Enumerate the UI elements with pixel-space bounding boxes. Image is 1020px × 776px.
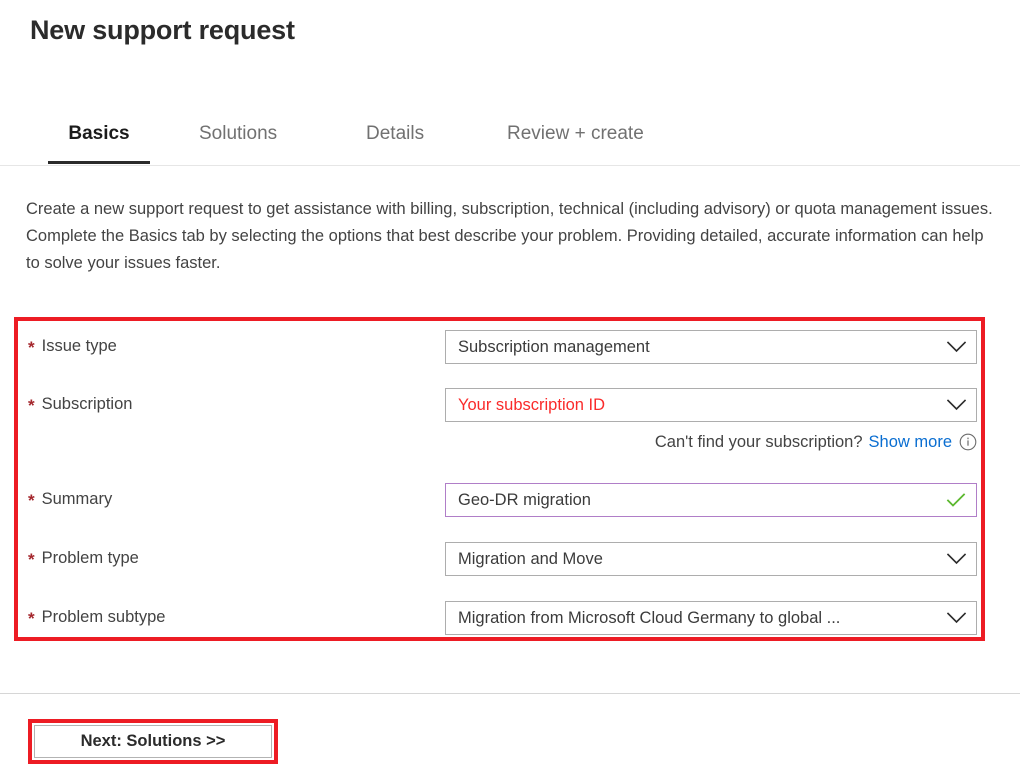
tab-review-create-label: Review + create bbox=[507, 123, 644, 145]
required-marker: * bbox=[28, 550, 35, 569]
required-marker: * bbox=[28, 338, 35, 357]
chevron-down-icon[interactable] bbox=[936, 399, 976, 411]
intro-text: Create a new support request to get assi… bbox=[26, 196, 998, 277]
summary-value: Geo-DR migration bbox=[446, 491, 936, 510]
subscription-value: Your subscription ID bbox=[446, 396, 936, 415]
info-icon[interactable] bbox=[959, 433, 977, 451]
label-issue-type-text: Issue type bbox=[42, 337, 117, 355]
tab-basics[interactable]: Basics bbox=[48, 104, 150, 164]
chevron-down-icon[interactable] bbox=[936, 612, 976, 624]
subscription-helper-question: Can't find your subscription? bbox=[655, 433, 863, 452]
label-subscription: * Subscription bbox=[28, 394, 132, 414]
summary-input[interactable]: Geo-DR migration bbox=[445, 483, 977, 517]
show-more-link[interactable]: Show more bbox=[869, 433, 952, 452]
label-summary-text: Summary bbox=[42, 490, 113, 508]
tab-details-label: Details bbox=[366, 123, 424, 145]
required-marker: * bbox=[28, 396, 35, 415]
required-marker: * bbox=[28, 491, 35, 510]
problem-type-dropdown[interactable]: Migration and Move bbox=[445, 542, 977, 576]
issue-type-value: Subscription management bbox=[446, 338, 936, 357]
tab-strip: Basics Solutions Details Review + create bbox=[0, 104, 1020, 166]
issue-type-dropdown[interactable]: Subscription management bbox=[445, 330, 977, 364]
subscription-helper-row: Can't find your subscription? Show more bbox=[445, 430, 977, 454]
tab-solutions[interactable]: Solutions bbox=[197, 104, 279, 164]
intro-line-1: Create a new support request to get assi… bbox=[26, 196, 998, 223]
next-solutions-button[interactable]: Next: Solutions >> bbox=[34, 725, 272, 758]
label-problem-type-text: Problem type bbox=[42, 549, 139, 567]
problem-type-value: Migration and Move bbox=[446, 550, 936, 569]
tab-basics-label: Basics bbox=[68, 123, 129, 145]
chevron-down-icon[interactable] bbox=[936, 341, 976, 353]
label-subscription-text: Subscription bbox=[42, 395, 133, 413]
footer-divider bbox=[0, 693, 1020, 694]
label-problem-subtype-text: Problem subtype bbox=[42, 608, 166, 626]
required-marker: * bbox=[28, 609, 35, 628]
problem-subtype-dropdown[interactable]: Migration from Microsoft Cloud Germany t… bbox=[445, 601, 977, 635]
tab-solutions-label: Solutions bbox=[199, 123, 277, 145]
label-problem-type: * Problem type bbox=[28, 548, 139, 568]
subscription-dropdown[interactable]: Your subscription ID bbox=[445, 388, 977, 422]
page-title: New support request bbox=[30, 10, 295, 50]
problem-subtype-value: Migration from Microsoft Cloud Germany t… bbox=[446, 609, 936, 628]
basics-form: * Issue type Subscription management * Sub… bbox=[0, 317, 1020, 641]
chevron-down-icon[interactable] bbox=[936, 553, 976, 565]
label-problem-subtype: * Problem subtype bbox=[28, 607, 165, 627]
checkmark-icon bbox=[936, 492, 976, 508]
tab-review-create[interactable]: Review + create bbox=[505, 104, 646, 164]
label-issue-type: * Issue type bbox=[28, 336, 117, 356]
tab-details[interactable]: Details bbox=[364, 104, 426, 164]
label-summary: * Summary bbox=[28, 489, 112, 509]
intro-line-2: Complete the Basics tab by selecting the… bbox=[26, 223, 998, 277]
